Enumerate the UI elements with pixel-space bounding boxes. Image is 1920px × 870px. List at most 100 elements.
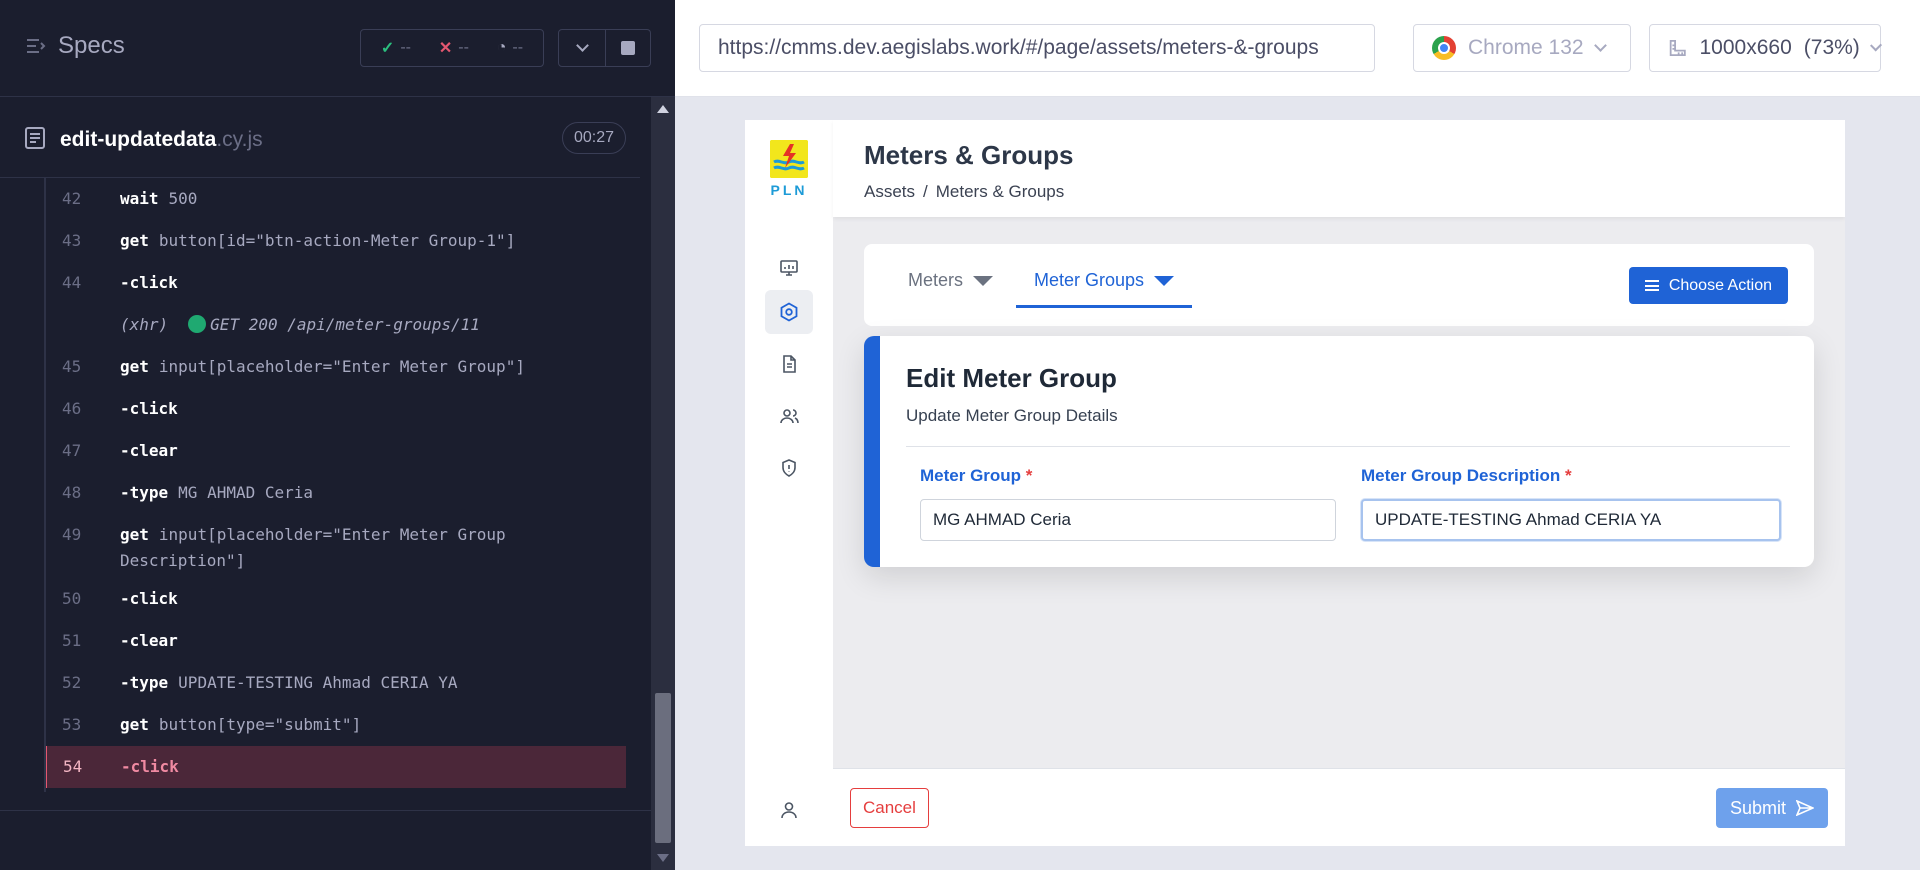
scroll-down-arrow[interactable] xyxy=(657,854,669,862)
status-dot-icon xyxy=(188,315,207,333)
spinner-icon: ◔ xyxy=(496,39,507,56)
send-icon xyxy=(1796,800,1814,816)
command-row[interactable]: 50 -click xyxy=(46,578,626,620)
file-icon xyxy=(25,127,45,149)
command-row[interactable]: 44 -click xyxy=(46,262,626,304)
runner-footer-divider xyxy=(0,810,651,811)
chevron-down-icon xyxy=(1869,38,1882,52)
scroll-thumb[interactable] xyxy=(655,693,671,843)
chrome-icon xyxy=(1432,36,1456,60)
browser-selector[interactable]: Chrome 132 xyxy=(1413,24,1631,72)
pln-logo[interactable]: PLN xyxy=(769,140,809,198)
expand-collapse-button[interactable] xyxy=(558,29,606,67)
divider xyxy=(906,446,1790,447)
pln-logo-text: PLN xyxy=(770,182,808,198)
users-icon xyxy=(780,409,799,424)
command-row[interactable]: 51 -clear xyxy=(46,620,626,662)
line-number: 49 xyxy=(62,525,82,544)
command-name: get xyxy=(120,715,149,734)
line-number: 51 xyxy=(62,631,82,650)
line-number: 53 xyxy=(62,715,82,734)
app-sidebar: PLN xyxy=(745,120,833,846)
line-number: 47 xyxy=(62,441,82,460)
line-number: 46 xyxy=(62,399,82,418)
nav-users[interactable] xyxy=(765,394,813,438)
breadcrumb-assets[interactable]: Assets xyxy=(864,182,915,202)
meter-group-label: Meter Group * xyxy=(920,466,1033,485)
required-mark: * xyxy=(1565,466,1572,485)
user-icon xyxy=(781,802,797,819)
submit-label: Submit xyxy=(1729,797,1786,818)
tab-meters[interactable]: Meters xyxy=(890,270,1011,305)
line-number xyxy=(46,308,120,312)
nav-profile[interactable] xyxy=(769,790,809,830)
nav-documents[interactable] xyxy=(765,342,813,386)
command-row[interactable]: 52 -type UPDATE-TESTING Ahmad CERIA YA xyxy=(46,662,626,704)
command-row[interactable]: 49 get input[placeholder="Enter Meter Grou… xyxy=(46,514,626,578)
command-arg: UPDATE-TESTING Ahmad CERIA YA xyxy=(178,673,458,692)
command-row[interactable]: 43 get button[id="btn-action-Meter Group-1… xyxy=(46,220,626,262)
pln-logo-mark xyxy=(770,140,808,178)
command-name: -clear xyxy=(120,441,178,460)
command-name: -click xyxy=(120,273,178,292)
command-name: get xyxy=(120,525,149,544)
line-number: 54 xyxy=(63,757,83,776)
hexagon-settings-icon xyxy=(780,302,798,322)
failed-stat: ✕ -- xyxy=(438,39,469,57)
line-number: 44 xyxy=(62,273,82,292)
choose-action-button[interactable]: Choose Action xyxy=(1628,267,1788,304)
command-row[interactable]: 48 -type MG AHMAD Ceria xyxy=(46,472,626,514)
edit-title: Edit Meter Group xyxy=(906,363,1117,393)
command-arg: input[placeholder="Enter Meter Group"] xyxy=(158,357,525,376)
command-row[interactable]: 46 -click xyxy=(46,388,626,430)
nav-dashboard[interactable] xyxy=(765,246,813,290)
command-body: wait 500 xyxy=(120,182,626,212)
meter-group-description-input[interactable] xyxy=(1361,499,1781,541)
tab-meter-groups[interactable]: Meter Groups xyxy=(1016,270,1193,308)
command-name: get xyxy=(120,231,149,250)
browser-name: Chrome 132 xyxy=(1468,36,1584,59)
viewport-selector[interactable]: 1000x660 (73%) xyxy=(1649,24,1882,72)
command-row[interactable]: 42 wait 500 xyxy=(46,178,626,220)
command-name: -click xyxy=(120,399,178,418)
command-log-scrollbar[interactable] xyxy=(651,97,675,870)
command-body: -type UPDATE-TESTING Ahmad CERIA YA xyxy=(120,666,626,696)
page-title: Meters & Groups xyxy=(864,140,1074,170)
viewport-size: 1000x660 xyxy=(1699,36,1792,59)
command-row[interactable]: 45 get input[placeholder="Enter Meter Grou… xyxy=(46,346,626,388)
passed-stat: ✓ -- xyxy=(380,39,411,57)
cancel-button[interactable]: Cancel xyxy=(850,788,929,828)
command-arg: button[type="submit"] xyxy=(158,715,362,734)
command-row[interactable]: 47 -clear xyxy=(46,430,626,472)
xhr-tag: (xhr) xyxy=(120,315,169,334)
tabs-card: Meters Meter Groups Choose Action xyxy=(864,244,1814,326)
command-body: -click xyxy=(120,266,626,296)
line-number: 48 xyxy=(62,483,82,502)
command-body: -click xyxy=(121,750,626,780)
stop-icon xyxy=(621,41,635,55)
submit-button[interactable]: Submit xyxy=(1715,788,1828,828)
command-row[interactable]: 54 -click xyxy=(46,746,626,788)
shield-icon xyxy=(782,459,796,477)
ruler-icon xyxy=(1669,40,1686,56)
choose-action-label: Choose Action xyxy=(1668,276,1772,294)
spec-file-header: edit-updatedata.cy.js 00:27 xyxy=(0,98,640,178)
scroll-up-arrow[interactable] xyxy=(657,105,669,113)
menu-icon xyxy=(1644,280,1659,291)
command-name: -type xyxy=(120,483,169,502)
nav-assets[interactable] xyxy=(765,290,813,334)
specs-toggle[interactable]: Specs xyxy=(24,32,125,60)
duration-badge: 00:27 xyxy=(562,122,626,154)
command-row[interactable]: 53 get button[type="submit"] xyxy=(46,704,626,746)
stop-button[interactable] xyxy=(606,29,651,67)
command-name: -click xyxy=(121,757,179,776)
meter-group-input[interactable] xyxy=(920,499,1336,541)
url-bar[interactable]: https://cmms.dev.aegislabs.work/#/page/a… xyxy=(699,24,1375,72)
command-name: wait xyxy=(120,189,159,208)
nav-security[interactable] xyxy=(765,446,813,490)
command-arg: MG AHMAD Ceria xyxy=(178,483,314,502)
xhr-log-row[interactable]: (xhr) GET 200 /api/meter-groups/11 xyxy=(46,304,626,346)
command-log: 42 wait 500 43 get button[id="btn-action-Mete… xyxy=(44,178,626,792)
edit-meter-group-card: Edit Meter Group Update Meter Group Deta… xyxy=(864,336,1814,567)
command-body: get input[placeholder="Enter Meter Group"… xyxy=(120,350,626,380)
